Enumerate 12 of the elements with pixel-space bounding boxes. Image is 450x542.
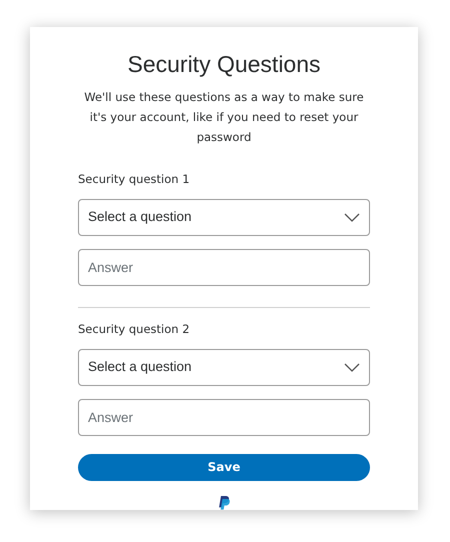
save-button[interactable]: Save <box>78 454 370 481</box>
chevron-down-icon <box>344 363 360 372</box>
answer-field[interactable]: Answer <box>78 249 370 286</box>
question-select[interactable]: Select a question <box>78 349 370 386</box>
description-text: We'll use these questions as a way to make sure it's your account, like if you need to reset your password <box>83 89 365 146</box>
logo-icon <box>216 496 232 510</box>
answer-field[interactable]: Answer <box>78 399 370 436</box>
page-title: Security Questions <box>126 50 322 79</box>
question-select[interactable]: Select a question <box>78 199 370 236</box>
field-label: Security question 1 <box>78 171 191 187</box>
field-label: Security question 2 <box>78 321 191 337</box>
chevron-down-icon <box>344 213 360 222</box>
